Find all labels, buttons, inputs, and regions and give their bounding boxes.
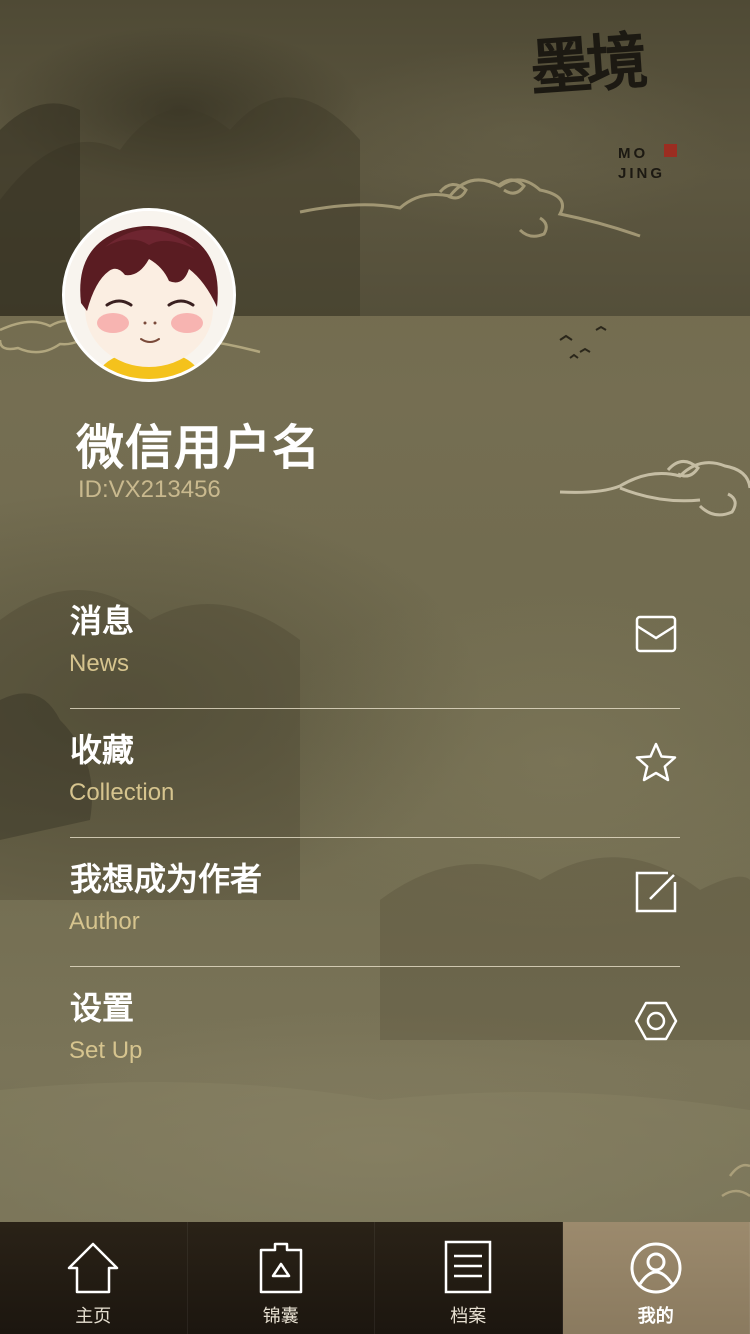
star-icon [635, 742, 677, 782]
edit-icon [635, 871, 677, 913]
profile-menu: 消息 News 收藏 Collection 我想成为作者 Author 设置 S… [69, 580, 680, 1095]
menu-item-author[interactable]: 我想成为作者 Author [69, 838, 680, 967]
tab-label: 我的 [637, 1306, 674, 1327]
bottom-tab-bar: 主页 锦囊 档案 我的 [0, 1222, 750, 1334]
menu-item-news[interactable]: 消息 News [69, 580, 680, 709]
user-icon [630, 1242, 682, 1294]
tab-label: 锦囊 [262, 1306, 299, 1327]
menu-item-subtitle: Collection [69, 779, 175, 806]
settings-icon [634, 1001, 678, 1041]
menu-item-subtitle: Author [69, 908, 140, 935]
menu-item-title: 我想成为作者 [70, 860, 263, 898]
avatar[interactable] [62, 208, 236, 382]
tab-me[interactable]: 我的 [562, 1222, 750, 1334]
logo-latin-line2: JING [618, 165, 666, 182]
tab-archive[interactable]: 档案 [375, 1222, 563, 1334]
profile-user-id: ID:VX213456 [78, 476, 221, 503]
logo-latin-text: MO JING [618, 144, 690, 184]
menu-item-subtitle: Set Up [69, 1037, 143, 1064]
menu-item-settings[interactable]: 设置 Set Up [69, 967, 680, 1095]
logo-seal-stamp [664, 144, 677, 157]
envelope-icon [635, 615, 677, 653]
menu-item-title: 收藏 [70, 731, 135, 769]
menu-item-subtitle: News [69, 650, 130, 677]
menu-item-title: 设置 [70, 989, 135, 1027]
menu-item-title: 消息 [70, 602, 135, 640]
home-icon [68, 1242, 119, 1294]
tab-label: 档案 [450, 1306, 487, 1327]
avatar-illustration [65, 211, 233, 379]
profile-username: 微信用户名 [76, 420, 322, 476]
tab-bag[interactable]: 锦囊 [188, 1222, 375, 1334]
profile-screen: 墨境 MO JING 微信用户名 ID:VX213456 消息 News 收藏 … [0, 0, 750, 1334]
document-icon [445, 1240, 492, 1294]
app-logo: 墨境 MO JING [528, 24, 690, 184]
menu-item-collection[interactable]: 收藏 Collection [69, 709, 680, 838]
bag-icon [259, 1242, 302, 1294]
logo-calligraphy: 墨境 [527, 24, 645, 105]
logo-latin-line1: MO [618, 145, 649, 162]
tab-label: 主页 [75, 1306, 112, 1327]
tab-home[interactable]: 主页 [0, 1222, 188, 1334]
